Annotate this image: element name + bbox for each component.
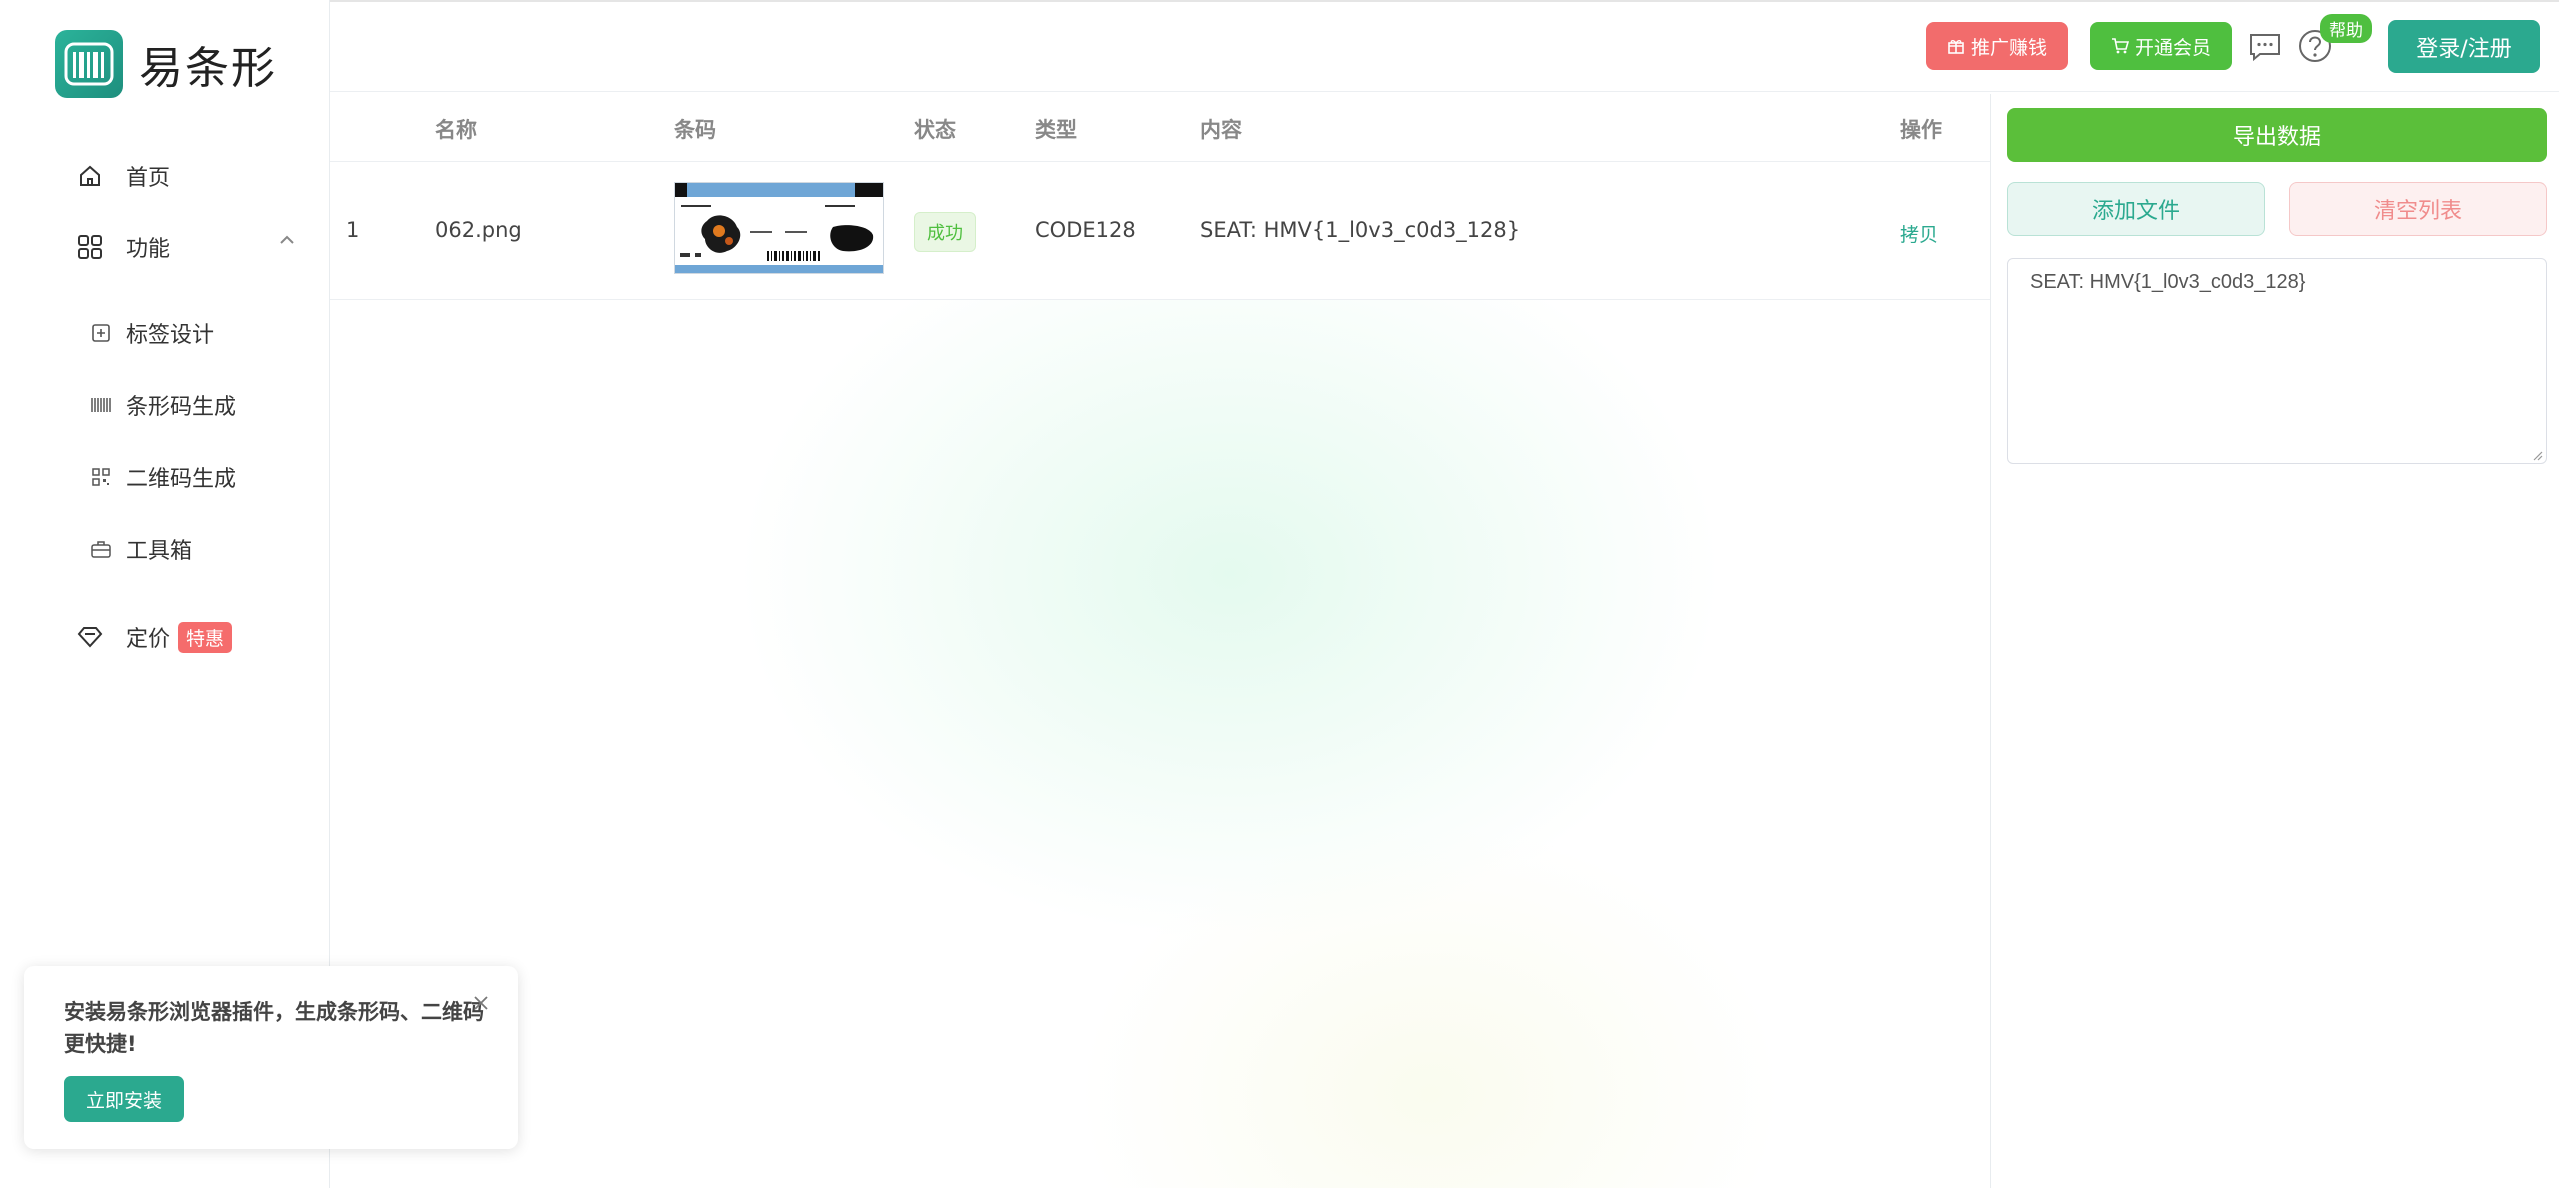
export-button[interactable]: 导出数据: [2007, 108, 2547, 162]
status-badge: 成功: [914, 212, 976, 252]
nav-qrcode-gen[interactable]: 二维码生成: [88, 457, 236, 497]
login-button[interactable]: 登录/注册: [2388, 20, 2540, 73]
nav-home[interactable]: 首页: [74, 156, 170, 196]
table-row: 1 062.png 成功 CODE128 SEAT: HMV{1_l0v3_c0…: [330, 162, 1990, 300]
message-icon[interactable]: [2248, 32, 2282, 66]
home-icon: [74, 160, 106, 192]
vip-button[interactable]: 开通会员: [2090, 22, 2232, 70]
nav-qrcode-gen-label: 二维码生成: [126, 467, 237, 492]
copy-link[interactable]: 拷贝: [1900, 220, 1938, 247]
install-button[interactable]: 立即安装: [64, 1076, 184, 1122]
nav-home-label: 首页: [126, 166, 171, 191]
extension-popup: 安装易条形浏览器插件，生成条形码、二维码更快捷! 立即安装: [24, 966, 518, 1149]
nav-barcode-gen-label: 条形码生成: [126, 395, 237, 420]
qrcode-icon: [88, 464, 114, 490]
gift-icon: [1948, 40, 1964, 54]
col-action: 操作: [1900, 118, 1942, 142]
nav-barcode-gen[interactable]: 条形码生成: [88, 385, 236, 425]
nav-pricing[interactable]: 定价 特惠: [74, 617, 233, 657]
add-file-button[interactable]: 添加文件: [2007, 182, 2265, 236]
nav-toolbox-label: 工具箱: [126, 539, 193, 564]
diamond-icon: [74, 621, 106, 653]
logo[interactable]: 易条形: [55, 30, 277, 98]
barcode-icon: [88, 392, 114, 418]
logo-icon: [55, 30, 123, 98]
help-badge: 帮助: [2320, 14, 2372, 43]
col-barcode: 条码: [674, 118, 716, 142]
resize-grip-icon[interactable]: [2531, 446, 2543, 465]
col-type: 类型: [1035, 118, 1077, 142]
table-header: 名称 条码 状态 类型 内容 操作: [330, 94, 1990, 162]
nav-label-design[interactable]: 标签设计: [88, 313, 214, 353]
nav-pricing-label: 定价: [126, 627, 171, 652]
row-file-name: 062.png: [435, 218, 522, 242]
col-name: 名称: [435, 118, 477, 142]
close-icon[interactable]: [472, 994, 490, 1016]
output-textarea[interactable]: SEAT: HMV{1_l0v3_c0d3_128}: [2007, 258, 2547, 464]
nav-label-design-label: 标签设计: [126, 323, 215, 348]
row-content: SEAT: HMV{1_l0v3_c0d3_128}: [1200, 218, 1521, 242]
grid-icon: [74, 231, 106, 263]
app-name: 易条形: [139, 43, 277, 94]
nav-toolbox[interactable]: 工具箱: [88, 529, 192, 569]
sale-badge: 特惠: [178, 621, 233, 653]
main-content: 名称 条码 状态 类型 内容 操作 1 062.png 成功 CODE128 S…: [330, 94, 1990, 1188]
promote-label: 推广赚钱: [1970, 36, 2047, 59]
right-panel: 导出数据 添加文件 清空列表 SEAT: HMV{1_l0v3_c0d3_128…: [1990, 94, 2559, 1188]
promote-button[interactable]: 推广赚钱: [1926, 22, 2068, 70]
col-status: 状态: [914, 118, 956, 142]
nav-features-label: 功能: [126, 237, 171, 262]
cart-icon: [2111, 38, 2129, 54]
nav-features[interactable]: 功能: [74, 227, 170, 267]
popup-message: 安装易条形浏览器插件，生成条形码、二维码更快捷!: [64, 1000, 484, 1056]
chevron-up-icon[interactable]: [278, 232, 296, 251]
row-index: 1: [346, 218, 360, 242]
toolbox-icon: [88, 536, 114, 562]
vip-label: 开通会员: [2134, 36, 2211, 59]
barcode-thumbnail[interactable]: [674, 182, 884, 274]
col-content: 内容: [1200, 118, 1242, 142]
clear-list-button[interactable]: 清空列表: [2289, 182, 2547, 236]
plus-square-icon: [88, 320, 114, 346]
row-type: CODE128: [1035, 218, 1136, 242]
